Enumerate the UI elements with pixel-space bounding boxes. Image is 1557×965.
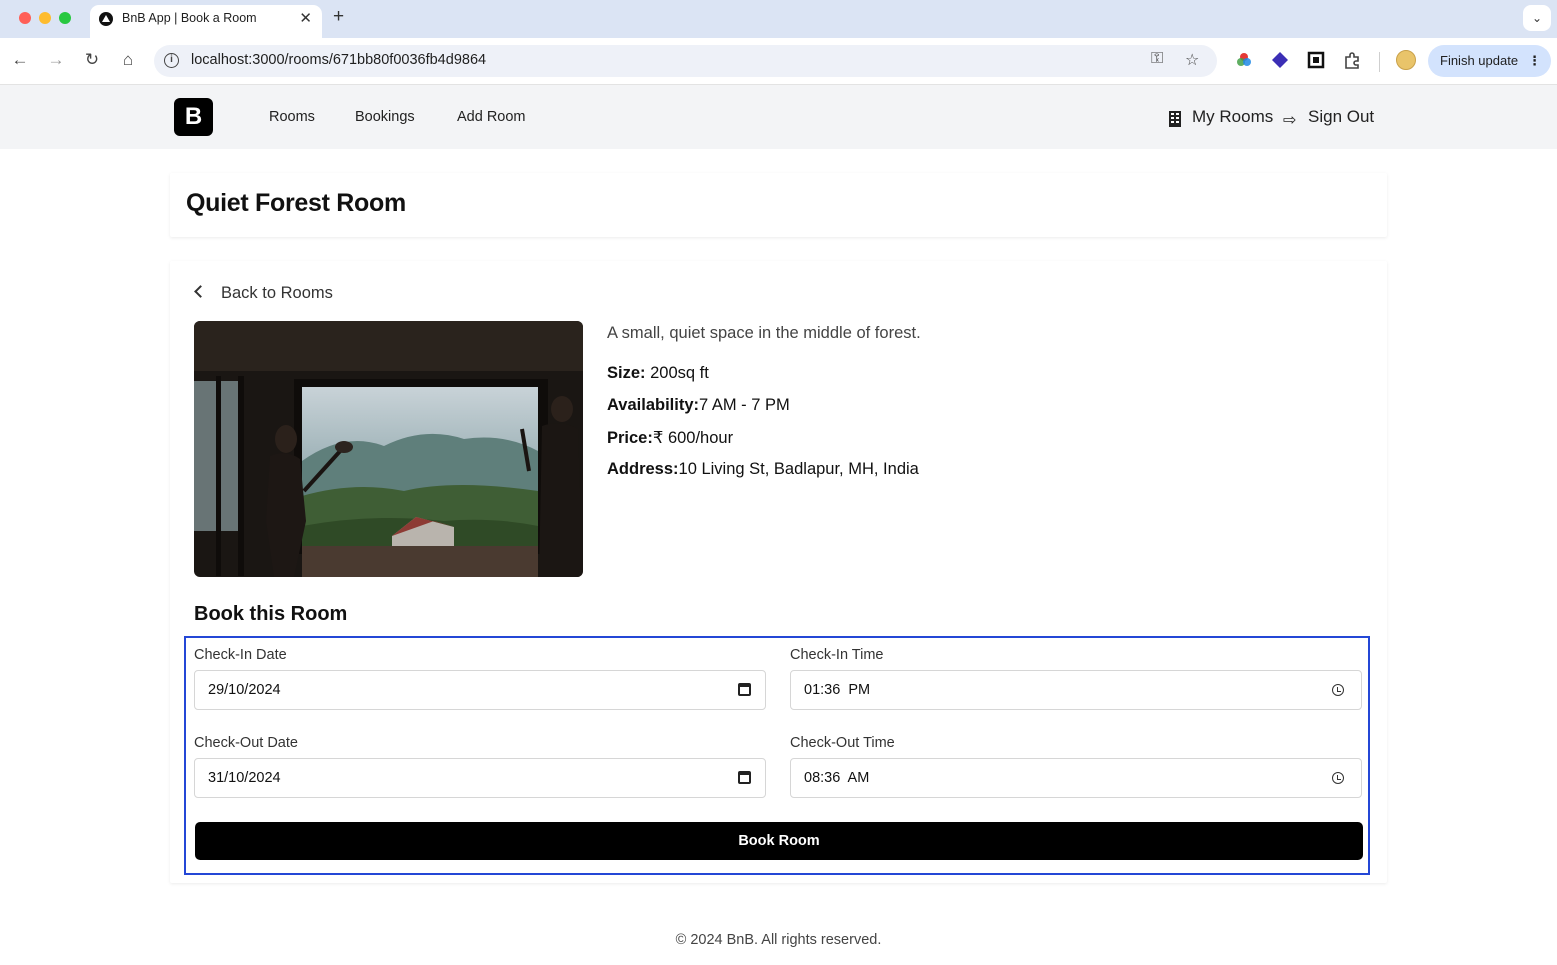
nav-link-add-room[interactable]: Add Room bbox=[457, 109, 526, 125]
tab-favicon-icon bbox=[99, 12, 113, 26]
room-description: A small, quiet space in the middle of fo… bbox=[607, 324, 921, 342]
availability-label: Availability: bbox=[607, 396, 699, 414]
sign-out-icon: ⇨ bbox=[1283, 112, 1297, 129]
checkin-time-value: 01:36 PM bbox=[804, 682, 871, 698]
checkin-date-input[interactable]: 29/10/2024 bbox=[194, 670, 766, 710]
page-title: Quiet Forest Room bbox=[186, 189, 406, 217]
finish-update-button[interactable]: Finish update ⋮ bbox=[1428, 45, 1551, 77]
site-info-icon[interactable]: i bbox=[164, 53, 179, 68]
clock-icon[interactable] bbox=[1332, 772, 1344, 784]
checkout-date-input[interactable]: 31/10/2024 bbox=[194, 758, 766, 798]
checkout-date-value: 31/10/2024 bbox=[208, 770, 281, 786]
size-label: Size: bbox=[607, 364, 646, 382]
checkin-time-input[interactable]: 01:36 PM bbox=[790, 670, 1362, 710]
room-availability: Availability:7 AM - 7 PM bbox=[607, 396, 790, 415]
tab-close-icon[interactable]: ✕ bbox=[299, 9, 312, 27]
forward-arrow-icon[interactable]: → bbox=[45, 49, 67, 71]
chevron-left-icon bbox=[194, 285, 207, 298]
profile-avatar[interactable] bbox=[1396, 50, 1416, 70]
room-title-card: Quiet Forest Room bbox=[170, 173, 1387, 237]
tab-title: BnB App | Book a Room bbox=[122, 11, 257, 25]
back-arrow-icon[interactable]: ← bbox=[9, 49, 31, 71]
availability-value: 7 AM - 7 PM bbox=[699, 396, 790, 414]
checkin-date-label: Check-In Date bbox=[194, 647, 287, 663]
new-tab-icon[interactable]: + bbox=[333, 6, 344, 28]
tab-search-chevron-icon[interactable]: ⌄ bbox=[1523, 5, 1551, 31]
room-price: Price:₹ 600/hour bbox=[607, 428, 733, 448]
app-logo[interactable]: B bbox=[174, 98, 213, 136]
url-text[interactable]: localhost:3000/rooms/671bb80f0036fb4d986… bbox=[191, 52, 486, 68]
window-maximize-button[interactable] bbox=[59, 12, 71, 24]
browser-tab-bar: BnB App | Book a Room ✕ + ⌄ bbox=[0, 0, 1557, 38]
password-key-icon[interactable]: ⚿ bbox=[1151, 50, 1163, 68]
address-label: Address: bbox=[607, 460, 679, 478]
back-to-rooms-link[interactable]: Back to Rooms bbox=[194, 284, 333, 303]
toolbar-separator bbox=[1379, 52, 1380, 72]
checkout-date-label: Check-Out Date bbox=[194, 735, 298, 751]
calendar-icon[interactable] bbox=[738, 771, 751, 784]
extensions-puzzle-icon[interactable] bbox=[1343, 51, 1361, 69]
browser-tab[interactable]: BnB App | Book a Room ✕ bbox=[90, 5, 322, 38]
checkout-time-input[interactable]: 08:36 AM bbox=[790, 758, 1362, 798]
room-size: Size: 200sq ft bbox=[607, 364, 709, 383]
price-value: ₹ 600/hour bbox=[652, 429, 734, 447]
reload-icon[interactable]: ↻ bbox=[81, 49, 103, 71]
price-label: Price: bbox=[607, 429, 653, 447]
size-value: 200sq ft bbox=[645, 364, 709, 382]
checkin-time-label: Check-In Time bbox=[790, 647, 884, 663]
bookmark-star-icon[interactable]: ☆ bbox=[1185, 50, 1199, 70]
finish-update-label: Finish update bbox=[1440, 53, 1519, 68]
checkin-date-value: 29/10/2024 bbox=[208, 682, 281, 698]
diamond-extension-icon[interactable] bbox=[1271, 51, 1289, 69]
footer-copyright: © 2024 BnB. All rights reserved. bbox=[675, 932, 882, 948]
nav-link-rooms[interactable]: Rooms bbox=[269, 109, 315, 125]
home-icon[interactable]: ⌂ bbox=[117, 49, 139, 71]
more-menu-icon[interactable]: ⋮ bbox=[1528, 45, 1541, 77]
checkout-time-label: Check-Out Time bbox=[790, 735, 895, 751]
color-extension-icon[interactable] bbox=[1235, 51, 1253, 69]
sign-out-link[interactable]: Sign Out bbox=[1308, 107, 1374, 127]
window-close-button[interactable] bbox=[19, 12, 31, 24]
address-bar[interactable]: i localhost:3000/rooms/671bb80f0036fb4d9… bbox=[154, 45, 1217, 77]
nav-link-bookings[interactable]: Bookings bbox=[355, 109, 415, 125]
my-rooms-link[interactable]: My Rooms bbox=[1192, 107, 1273, 127]
checkout-time-value: 08:36 AM bbox=[804, 770, 870, 786]
calendar-icon[interactable] bbox=[738, 683, 751, 696]
room-address: Address:10 Living St, Badlapur, MH, Indi… bbox=[607, 460, 919, 479]
back-to-rooms-label: Back to Rooms bbox=[221, 284, 333, 302]
address-value: 10 Living St, Badlapur, MH, India bbox=[678, 460, 919, 478]
building-icon bbox=[1169, 111, 1181, 127]
room-details-card: Back to Rooms A small, quiet space in th… bbox=[170, 261, 1387, 883]
room-photo bbox=[194, 321, 583, 577]
app-navbar: B Rooms Bookings Add Room My Rooms ⇨ Sig… bbox=[0, 85, 1557, 149]
window-minimize-button[interactable] bbox=[39, 12, 51, 24]
clock-icon[interactable] bbox=[1332, 684, 1344, 696]
booking-form: Check-In Date 29/10/2024 Check-In Time 0… bbox=[184, 636, 1370, 875]
square-extension-icon[interactable] bbox=[1307, 51, 1325, 69]
browser-toolbar: ← → ↻ ⌂ i localhost:3000/rooms/671bb80f0… bbox=[0, 38, 1557, 85]
book-room-heading: Book this Room bbox=[194, 603, 348, 625]
book-room-button[interactable]: Book Room bbox=[195, 822, 1363, 860]
